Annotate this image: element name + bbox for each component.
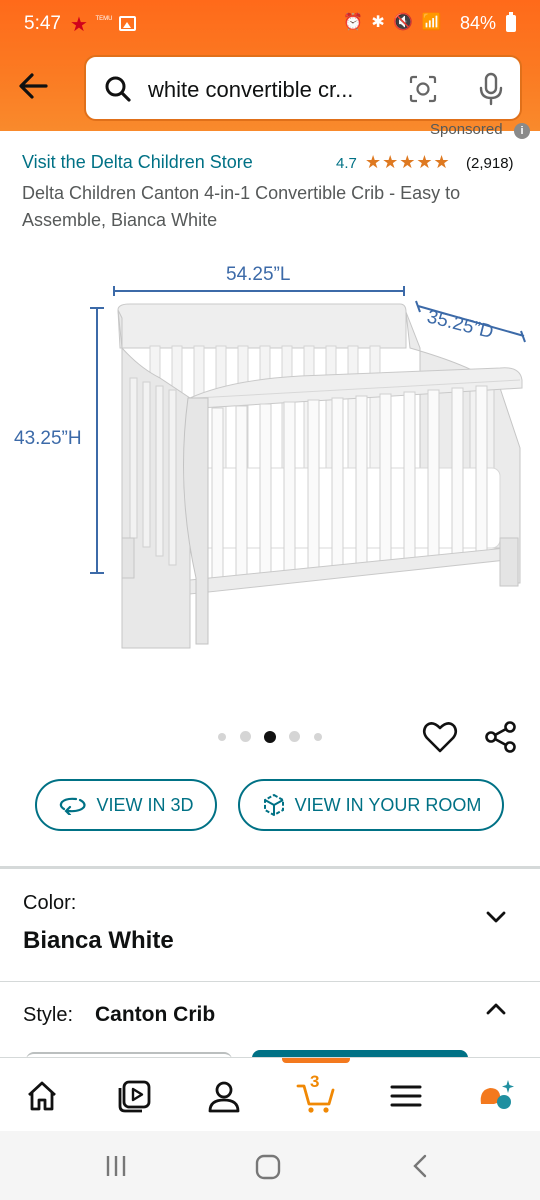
search-bar[interactable]: white convertible cr... xyxy=(84,55,522,121)
carousel-dot[interactable] xyxy=(289,731,300,742)
home-button-icon[interactable] xyxy=(254,1153,282,1181)
status-bar: 5:47 ★ TEMU ⏰ ✱ 🔇 📶 84% xyxy=(0,0,540,50)
crib-illustration xyxy=(117,303,523,649)
sponsored-label: Sponsored xyxy=(430,121,503,138)
carousel-dot[interactable] xyxy=(218,733,226,741)
view-in-your-room-button[interactable]: VIEW IN YOUR ROOM xyxy=(238,779,504,831)
app-header: 5:47 ★ TEMU ⏰ ✱ 🔇 📶 84% white convertibl… xyxy=(0,0,540,131)
height-dimension-label: 43.25”H xyxy=(14,428,82,449)
nav-menu[interactable] xyxy=(386,1076,426,1116)
back-arrow-icon xyxy=(19,73,48,99)
carousel-dot-active[interactable] xyxy=(264,731,276,743)
menu-icon xyxy=(390,1085,422,1107)
store-link[interactable]: Visit the Delta Children Store xyxy=(22,152,253,173)
video-icon xyxy=(118,1080,151,1113)
carousel-dot[interactable] xyxy=(240,731,251,742)
rating-value[interactable]: 4.7 xyxy=(336,155,357,172)
nav-home[interactable] xyxy=(22,1076,62,1116)
gallery-notification-icon xyxy=(119,16,136,31)
home-icon xyxy=(28,1081,56,1111)
bottom-navigation: 3 xyxy=(0,1057,540,1131)
active-tab-indicator xyxy=(282,1058,350,1063)
camera-lens-icon[interactable] xyxy=(408,74,438,104)
product-image[interactable]: 54.25”L 35.25”D 43.25”H xyxy=(0,248,540,668)
chevron-down-icon[interactable] xyxy=(484,905,508,929)
share-button[interactable] xyxy=(484,720,518,754)
rufus-assistant-icon xyxy=(480,1080,514,1109)
battery-icon xyxy=(506,12,516,32)
nav-rufus[interactable] xyxy=(476,1076,516,1116)
nav-cart[interactable]: 3 xyxy=(296,1072,336,1116)
heart-icon xyxy=(422,722,458,753)
color-label: Color: xyxy=(23,892,77,914)
style-label: Style: xyxy=(23,1004,74,1026)
status-time: 5:47 xyxy=(24,13,61,34)
color-value: Bianca White xyxy=(23,927,174,954)
star-rating-icon[interactable]: ★★★★★ xyxy=(365,152,451,173)
notification-star-icon: ★ xyxy=(70,14,88,36)
info-icon[interactable]: i xyxy=(514,123,530,139)
share-icon xyxy=(485,721,516,753)
recent-apps-icon[interactable] xyxy=(103,1153,129,1179)
style-value: Canton Crib xyxy=(95,1003,216,1026)
product-title: Delta Children Canton 4-in-1 Convertible… xyxy=(22,183,461,230)
account-icon xyxy=(208,1081,240,1113)
system-status-icons: ⏰ ✱ 🔇 📶 xyxy=(343,14,444,31)
microphone-icon[interactable] xyxy=(478,72,504,106)
wishlist-button[interactable] xyxy=(422,720,458,754)
ar-cube-icon xyxy=(263,793,284,817)
battery-percent: 84% xyxy=(460,13,497,33)
view-in-your-room-label: VIEW IN YOUR ROOM xyxy=(294,794,482,815)
nav-video[interactable] xyxy=(114,1076,154,1116)
cart-count-badge: 3 xyxy=(310,1072,320,1091)
search-icon xyxy=(105,76,131,102)
back-button[interactable] xyxy=(14,66,54,106)
carousel-dot[interactable] xyxy=(314,733,322,741)
review-count[interactable]: (2,918) xyxy=(466,155,514,172)
section-divider xyxy=(0,866,540,869)
view-in-3d-label: VIEW IN 3D xyxy=(96,794,194,815)
system-navigation-bar xyxy=(0,1131,540,1200)
temu-notification-icon: TEMU xyxy=(95,16,113,22)
rotate-3d-icon xyxy=(60,797,87,815)
section-divider xyxy=(0,981,540,982)
chevron-up-icon[interactable] xyxy=(484,997,508,1021)
search-input[interactable]: white convertible cr... xyxy=(148,77,353,103)
depth-dimension-label: 35.25”D xyxy=(425,306,496,343)
view-in-3d-button[interactable]: VIEW IN 3D xyxy=(35,779,217,831)
system-back-icon[interactable] xyxy=(408,1153,434,1179)
nav-account[interactable] xyxy=(204,1076,244,1116)
length-dimension-label: 54.25”L xyxy=(226,264,290,285)
